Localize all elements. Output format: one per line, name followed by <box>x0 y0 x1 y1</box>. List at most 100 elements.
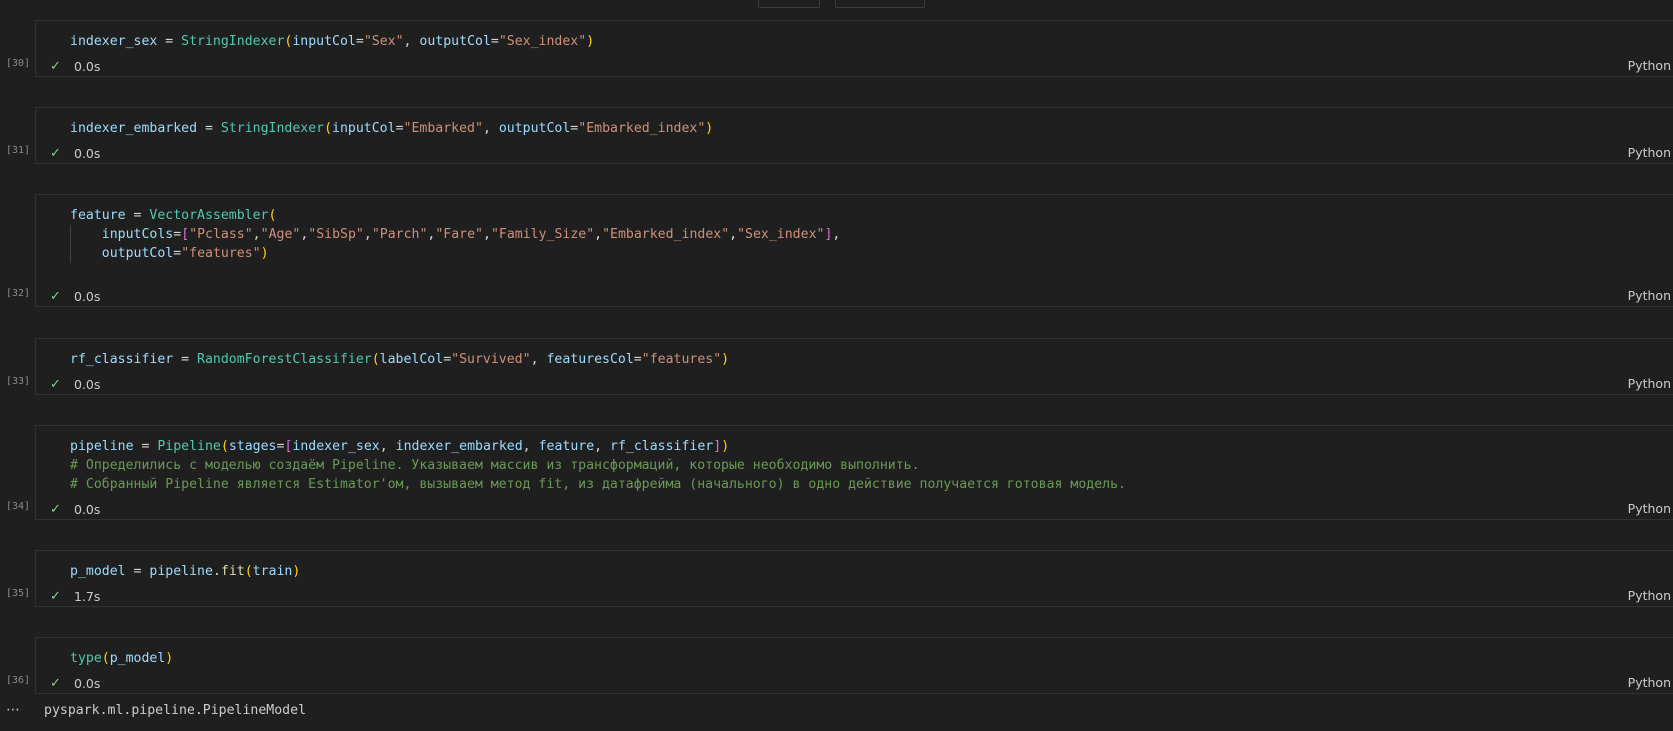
code-token: fit <box>220 564 245 579</box>
indent-guide <box>70 225 71 244</box>
cell-language-picker[interactable]: Python <box>1628 375 1671 393</box>
check-icon: ✓ <box>50 501 61 517</box>
code-token: , <box>379 439 396 454</box>
code-token: ( <box>220 439 229 454</box>
code-token: "Sex_index" <box>498 34 587 49</box>
cell-language-picker[interactable]: Python <box>1628 500 1671 518</box>
code-editor[interactable]: indexer_embarked = StringIndexer(inputCo… <box>70 119 1673 138</box>
code-token: RandomForestClassifier <box>197 352 372 367</box>
code-token: p_model <box>70 564 126 579</box>
code-cell[interactable]: rf_classifier = RandomForestClassifier(l… <box>35 338 1673 395</box>
code-token: "Family_Size" <box>490 227 595 242</box>
code-line: # Определились с моделью создаём Pipelin… <box>70 456 1673 475</box>
execution-time: 0.0s <box>74 501 101 517</box>
code-token: = <box>395 121 404 136</box>
execution-time: 0.0s <box>74 145 101 161</box>
toolbar-button[interactable] <box>835 0 925 8</box>
cell-output: ⋯ pyspark.ml.pipeline.PipelineModel <box>0 700 1673 724</box>
cell-language-picker[interactable]: Python <box>1628 587 1671 605</box>
check-icon: ✓ <box>50 288 61 304</box>
code-token: "Embarked_index" <box>578 121 706 136</box>
code-editor[interactable]: rf_classifier = RandomForestClassifier(l… <box>70 350 1673 369</box>
execution-count: [34] <box>6 501 31 512</box>
code-token: , <box>403 34 420 49</box>
code-cell[interactable]: pipeline = Pipeline(stages=[indexer_sex,… <box>35 425 1673 520</box>
code-token: ) <box>721 439 730 454</box>
code-token: type <box>70 651 102 666</box>
code-token: "Embarked" <box>403 121 483 136</box>
code-line: inputCols=["Pclass","Age","SibSp","Parch… <box>70 225 1673 244</box>
code-token: pipeline <box>70 439 134 454</box>
cell-language-picker[interactable]: Python <box>1628 57 1671 75</box>
code-line: # Собранный Pipeline является Estimator'… <box>70 475 1673 494</box>
code-token: outputCol <box>101 246 174 261</box>
cell-language-picker[interactable]: Python <box>1628 144 1671 162</box>
code-token: featuresCol <box>546 352 634 367</box>
code-token: rf_classifier <box>610 439 714 454</box>
code-cell[interactable]: indexer_sex = StringIndexer(inputCol="Se… <box>35 20 1673 77</box>
toolbar-button[interactable] <box>758 0 820 8</box>
code-token: indexer_sex <box>70 34 158 49</box>
code-token: "Pclass" <box>189 227 253 242</box>
code-token: , <box>522 439 539 454</box>
code-cell[interactable]: p_model = pipeline.fit(train) ✓ 1.7s Python <box>35 550 1673 607</box>
execution-status: ✓ 0.0s <box>50 500 100 518</box>
code-token: train <box>252 564 293 579</box>
code-editor[interactable]: pipeline = Pipeline(stages=[indexer_sex,… <box>70 437 1673 494</box>
code-token: = <box>157 34 182 49</box>
execution-time: 1.7s <box>74 588 101 604</box>
check-icon: ✓ <box>50 675 61 691</box>
code-token: , <box>729 227 738 242</box>
check-icon: ✓ <box>50 376 61 392</box>
code-cell[interactable]: feature = VectorAssembler( inputCols=["P… <box>35 194 1673 307</box>
cell-language-picker[interactable]: Python <box>1628 287 1671 305</box>
code-token: = <box>490 34 499 49</box>
code-token: labelCol <box>379 352 444 367</box>
ellipsis-icon[interactable]: ⋯ <box>6 702 20 718</box>
code-editor[interactable]: p_model = pipeline.fit(train) <box>70 562 1673 581</box>
code-token: ) <box>586 34 595 49</box>
code-token: indexer_sex <box>292 439 380 454</box>
code-token: = <box>173 246 182 261</box>
code-editor[interactable]: type(p_model) <box>70 649 1673 668</box>
code-editor[interactable]: feature = VectorAssembler( inputCols=["P… <box>70 206 1673 263</box>
code-token: "Age" <box>260 227 301 242</box>
code-token: "features" <box>181 246 261 261</box>
code-token: ( <box>371 352 380 367</box>
output-text: pyspark.ml.pipeline.PipelineModel <box>44 703 307 718</box>
code-token: = <box>133 439 158 454</box>
code-editor[interactable]: indexer_sex = StringIndexer(inputCol="Se… <box>70 32 1673 51</box>
execution-count: [32] <box>6 288 31 299</box>
code-token: ] <box>713 439 722 454</box>
code-token: rf_classifier <box>70 352 174 367</box>
code-token: # Собранный Pipeline является Estimator'… <box>70 477 1126 492</box>
execution-status: ✓ 0.0s <box>50 674 100 692</box>
execution-time: 0.0s <box>74 675 101 691</box>
code-token: ( <box>244 564 253 579</box>
code-token: indexer_embarked <box>395 439 523 454</box>
code-cell[interactable]: type(p_model) ✓ 0.0s Python <box>35 637 1673 694</box>
code-token: , <box>252 227 261 242</box>
code-token: stages <box>228 439 277 454</box>
code-token: ( <box>324 121 333 136</box>
code-token: = <box>197 121 221 136</box>
execution-status: ✓ 0.0s <box>50 375 100 393</box>
code-token: StringIndexer <box>220 121 325 136</box>
code-line: pipeline = Pipeline(stages=[indexer_sex,… <box>70 437 1673 456</box>
code-cell[interactable]: indexer_embarked = StringIndexer(inputCo… <box>35 107 1673 164</box>
code-token: indexer_embarked <box>70 121 198 136</box>
execution-status: ✓ 1.7s <box>50 587 100 605</box>
execution-status: ✓ 0.0s <box>50 57 100 75</box>
code-token: outputCol <box>498 121 571 136</box>
execution-status: ✓ 0.0s <box>50 287 100 305</box>
code-line: indexer_sex = StringIndexer(inputCol="Se… <box>70 32 1673 51</box>
code-token: ( <box>268 208 277 223</box>
check-icon: ✓ <box>50 145 61 161</box>
execution-count: [33] <box>6 376 31 387</box>
code-token: "Fare" <box>435 227 483 242</box>
code-token: ) <box>292 564 301 579</box>
code-token: "Embarked_index" <box>602 227 730 242</box>
cell-language-picker[interactable]: Python <box>1628 674 1671 692</box>
code-token: StringIndexer <box>181 34 285 49</box>
